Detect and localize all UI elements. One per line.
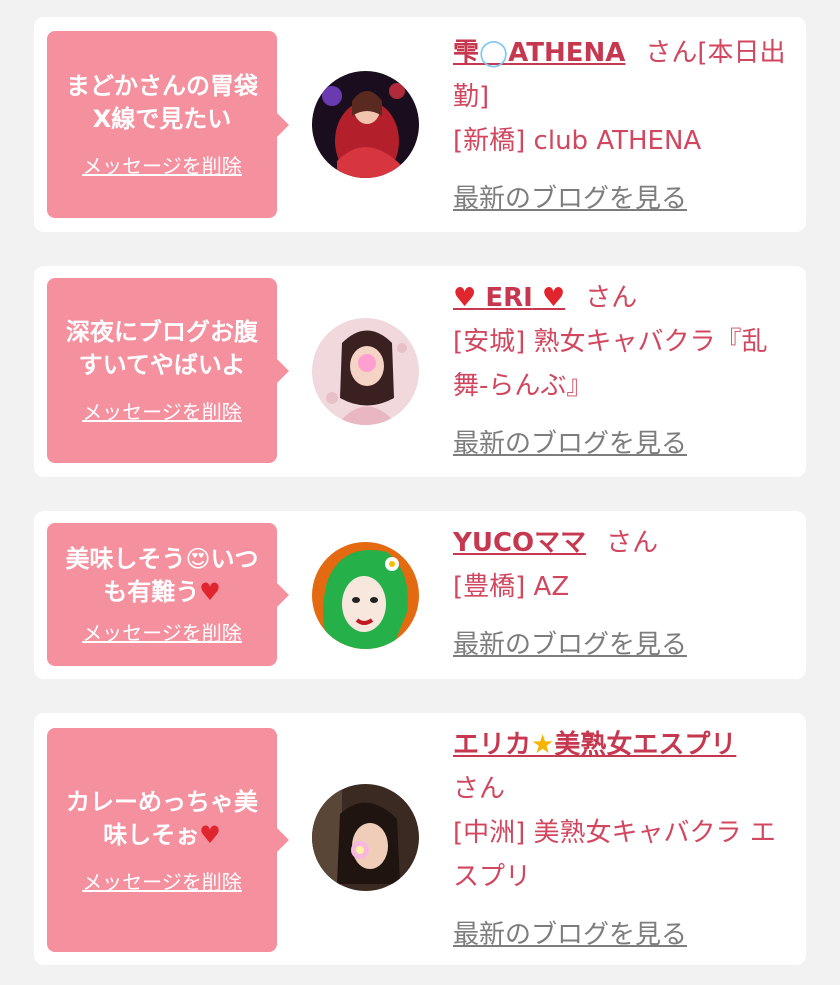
honorific: さん [606, 528, 659, 558]
cast-name-line: ♥ ERI ♥ さん [453, 276, 798, 320]
delete-message-link[interactable]: メッセージを削除 [82, 396, 242, 425]
message-text: 美味しそう😍いつも有難う♥ [47, 543, 277, 609]
honorific: さん [585, 283, 638, 313]
latest-blog-link[interactable]: 最新のブログを見る [453, 177, 798, 221]
cast-name-line: 雫◯ATHENA さん[本日出勤] [453, 31, 798, 119]
shop-name: [中洲] 美熟女キャバクラ エスプリ [453, 818, 776, 892]
avatar[interactable] [312, 542, 419, 649]
cast-name-link[interactable]: YUCOママ [453, 528, 586, 558]
cast-name-part: 美熟女エスプリ [554, 730, 737, 760]
bubbles-icon: ◯ [479, 38, 509, 68]
delete-message-link[interactable]: メッセージを削除 [82, 866, 242, 895]
heart-icon: ♥ [541, 283, 566, 313]
latest-blog-link[interactable]: 最新のブログを見る [453, 913, 798, 957]
avatar-photo [312, 318, 419, 425]
message-text: 深夜にブログお腹すいてやばいよ [66, 318, 258, 379]
cast-name-line: YUCOママ さん [453, 521, 798, 565]
heart-icon: ♥ [199, 578, 221, 606]
avatar-photo [312, 784, 419, 891]
cast-info: ♥ ERI ♥ さん [安城] 熟女キャバクラ『乱舞-らんぶ』 最新のブログを見る [453, 276, 798, 466]
latest-blog-link[interactable]: 最新のブログを見る [453, 623, 798, 667]
shop-name: [豊橋] AZ [453, 572, 570, 602]
cast-name-link[interactable]: エリカ★美熟女エスプリ [453, 730, 736, 760]
delete-message-link[interactable]: メッセージを削除 [82, 150, 242, 179]
avatar[interactable] [312, 784, 419, 891]
message-text: まどかさんの胃袋X線で見たい [66, 72, 258, 133]
message-card-2: 深夜にブログお腹すいてやばいよ メッセージを削除 ♥ ERI ♥ さん [安城] … [34, 266, 806, 477]
avatar-photo [312, 542, 419, 649]
latest-blog-link[interactable]: 最新のブログを見る [453, 422, 798, 466]
avatar[interactable] [312, 318, 419, 425]
heart-eyes-emoji-icon: 😍 [185, 545, 211, 573]
message-bubble: まどかさんの胃袋X線で見たい メッセージを削除 [47, 31, 289, 218]
cast-info: 雫◯ATHENA さん[本日出勤] [新橋] club ATHENA 最新のブログ… [453, 31, 798, 221]
message-card-4: カレーめっちゃ美味しそぉ♥ メッセージを削除 エリカ★美熟女エスプリ さん [中… [34, 713, 806, 965]
heart-icon: ♥ [199, 820, 221, 849]
heart-icon: ♥ [453, 283, 477, 313]
message-text-part: カレーめっちゃ美味しそぉ [66, 787, 258, 849]
message-text: カレーめっちゃ美味しそぉ♥ [47, 786, 277, 852]
cast-info: エリカ★美熟女エスプリ さん [中洲] 美熟女キャバクラ エスプリ 最新のブログ… [453, 723, 798, 957]
message-text-part: 美味しそう [65, 545, 186, 573]
cast-name-part: 雫 [453, 38, 480, 68]
message-bubble: 美味しそう😍いつも有難う♥ メッセージを削除 [47, 523, 289, 666]
star-icon: ★ [531, 730, 555, 760]
message-card-1: まどかさんの胃袋X線で見たい メッセージを削除 雫◯ATHENA さん[本日出勤]… [34, 17, 806, 232]
shop-name: [新橋] club ATHENA [453, 126, 702, 156]
message-bubble: カレーめっちゃ美味しそぉ♥ メッセージを削除 [47, 728, 289, 952]
cast-info: YUCOママ さん [豊橋] AZ 最新のブログを見る [453, 521, 798, 667]
shop-name: [安城] 熟女キャバクラ『乱舞-らんぶ』 [453, 327, 768, 401]
avatar-photo [312, 71, 419, 178]
cast-name-link[interactable]: 雫◯ATHENA [453, 38, 625, 68]
cast-name-part: エリカ [453, 730, 532, 760]
delete-message-link[interactable]: メッセージを削除 [82, 617, 242, 646]
cast-name-part: ERI [485, 283, 533, 313]
message-bubble: 深夜にブログお腹すいてやばいよ メッセージを削除 [47, 278, 289, 463]
cast-name-link[interactable]: ♥ ERI ♥ [453, 283, 565, 313]
cast-name-part: ATHENA [508, 38, 626, 68]
honorific: さん [453, 774, 506, 804]
message-card-3: 美味しそう😍いつも有難う♥ メッセージを削除 YUCOママ さん [豊橋] AZ … [34, 511, 806, 679]
avatar[interactable] [312, 71, 419, 178]
cast-name-line: エリカ★美熟女エスプリ [453, 723, 798, 767]
